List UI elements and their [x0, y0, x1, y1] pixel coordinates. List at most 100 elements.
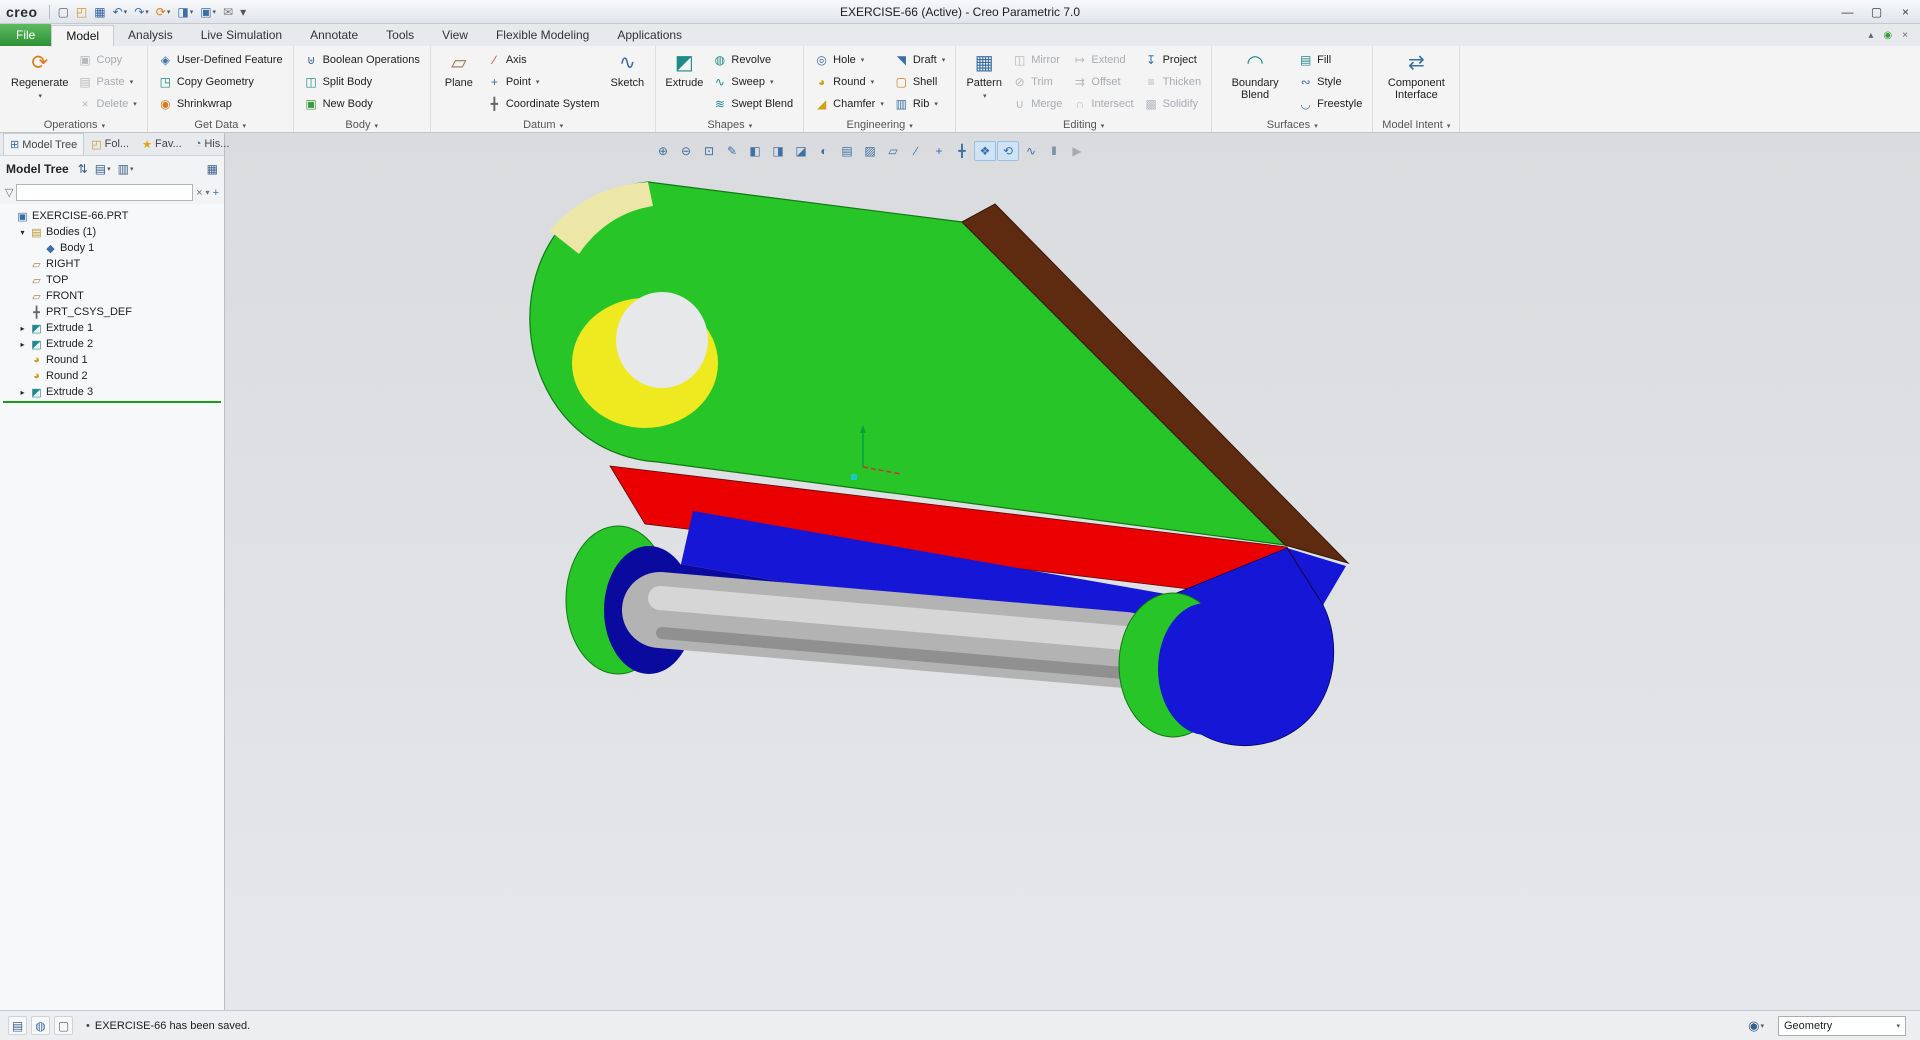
zoom-in-button[interactable]: ⊕ [652, 141, 674, 161]
clear-filter-icon[interactable]: × [196, 187, 202, 199]
datum-point-display-button[interactable]: + [928, 141, 950, 161]
ribbon-button-shrinkwrap[interactable]: ◉ Shrinkwrap [155, 93, 286, 114]
group-label-surfaces[interactable]: Surfaces ▾ [1212, 119, 1372, 131]
qat-save-button[interactable]: ▦ [91, 2, 108, 21]
tree-columns-button[interactable]: ▦ [207, 162, 218, 176]
ribbon-button-style[interactable]: ∾ Style [1295, 71, 1365, 92]
tab-file[interactable]: File [0, 24, 52, 46]
ribbon-button-new-body[interactable]: ▣ New Body [301, 93, 423, 114]
tree-node-body-1[interactable]: ◆ Body 1 [0, 240, 224, 256]
tree-node-right[interactable]: ▱ RIGHT [0, 256, 224, 272]
hole-opening[interactable] [616, 292, 708, 388]
qat-new-file-button[interactable]: ▢ [55, 2, 72, 21]
insert-here-marker[interactable] [3, 401, 221, 403]
ribbon-button-component-interface[interactable]: ⇄ Component Interface [1378, 49, 1454, 101]
qat-display-button[interactable]: ◨ ▾ [174, 2, 196, 21]
ribbon-button-extrude[interactable]: ◩ Extrude [661, 49, 707, 89]
datum-plane-display-button[interactable]: ▱ [882, 141, 904, 161]
tree-node-extrude-3[interactable]: ▸ ◩ Extrude 3 [0, 384, 224, 400]
group-label-engineering[interactable]: Engineering ▾ [804, 119, 955, 131]
ribbon-button-sketch[interactable]: ∿ Sketch [604, 49, 650, 89]
ribbon-button-shell[interactable]: ▢ Shell [891, 71, 948, 92]
ribbon-button-freestyle[interactable]: ◡ Freestyle [1295, 93, 1365, 114]
tree-node-extrude-2[interactable]: ▸ ◩ Extrude 2 [0, 336, 224, 352]
navigator-tab-fol[interactable]: ◰ Fol... [85, 133, 135, 155]
selection-filter-combobox[interactable]: Geometry ▾ [1778, 1015, 1906, 1036]
tab-analysis[interactable]: Analysis [114, 24, 187, 46]
tree-options-button[interactable]: ▥ ▾ [118, 162, 134, 176]
ribbon-button-copy-geometry[interactable]: ◳ Copy Geometry [155, 71, 286, 92]
tree-view-button[interactable]: ▤ ▾ [95, 162, 111, 176]
ribbon-button-round[interactable]: ◕ Round ▾ [811, 71, 887, 92]
minimize-window-button[interactable]: — [1833, 0, 1862, 23]
refit-button[interactable]: ⊡ [698, 141, 720, 161]
qat-regenerate-button[interactable]: ⟳ ▾ [153, 2, 174, 21]
ribbon-button-user-defined-feature[interactable]: ◈ User-Defined Feature [155, 49, 286, 70]
ribbon-button-boundary-blend[interactable]: ◠ Boundary Blend [1217, 49, 1293, 101]
ribbon-button-point[interactable]: + Point ▾ [484, 71, 603, 92]
ribbon-button-coordinate-system[interactable]: ╋ Coordinate System [484, 93, 603, 114]
ribbon-button-rib[interactable]: ▥ Rib ▾ [891, 93, 948, 114]
presence-ribbon-button[interactable]: ◉ [1883, 30, 1892, 41]
expand-filter-icon[interactable]: + [213, 187, 219, 199]
tree-node-round-1[interactable]: ◕ Round 1 [0, 352, 224, 368]
filter-dropdown-icon[interactable]: ▾ [206, 188, 210, 197]
tab-annotate[interactable]: Annotate [296, 24, 372, 46]
base-right-bore-face[interactable] [1158, 603, 1254, 735]
tab-model[interactable]: Model [51, 25, 115, 47]
tree-settings-button[interactable]: ⇅ [78, 162, 88, 176]
dragger-button[interactable]: ⟲ [997, 141, 1019, 161]
tab-tools[interactable]: Tools [372, 24, 428, 46]
model-3d-view[interactable] [225, 133, 1920, 1010]
ribbon-button-axis[interactable]: ∕ Axis [484, 49, 603, 70]
annotations-button[interactable]: ▤ [836, 141, 858, 161]
tree-node-prt-csys-def[interactable]: ╋ PRT_CSYS_DEF [0, 304, 224, 320]
web-button[interactable]: ◍ [31, 1016, 50, 1035]
ribbon-button-regenerate[interactable]: ⟳ Regenerate ▾ [7, 49, 73, 103]
group-label-get-data[interactable]: Get Data ▾ [148, 119, 293, 131]
repaint-button[interactable]: ✎ [721, 141, 743, 161]
tree-filter-input[interactable] [16, 184, 194, 201]
navigator-tab-model-tree[interactable]: ⊞ Model Tree [3, 133, 85, 155]
zoom-out-button[interactable]: ⊖ [675, 141, 697, 161]
group-label-operations[interactable]: Operations ▾ [2, 119, 147, 131]
qat-mail-button[interactable]: ✉ [220, 2, 236, 21]
pause-button[interactable]: ‖ [1043, 141, 1065, 161]
close-window-button[interactable]: × [1891, 0, 1920, 23]
expand-icon[interactable]: ▸ [18, 324, 27, 333]
ribbon-button-draft[interactable]: ◥ Draft ▾ [891, 49, 948, 70]
shading-button[interactable]: ◨ [767, 141, 789, 161]
scene-button[interactable]: ▨ [859, 141, 881, 161]
display-style-button[interactable]: ◧ [744, 141, 766, 161]
tree-node-front[interactable]: ▱ FRONT [0, 288, 224, 304]
navigator-tab-his[interactable]: ◔ His... [189, 133, 236, 155]
closex-ribbon-button[interactable]: × [1902, 30, 1908, 41]
page-button[interactable]: ▢ [54, 1016, 73, 1035]
ribbon-button-hole[interactable]: ◎ Hole ▾ [811, 49, 887, 70]
ribbon-button-fill[interactable]: ▤ Fill [1295, 49, 1365, 70]
ribbon-button-pattern[interactable]: ▦ Pattern ▾ [961, 49, 1007, 103]
appearance-button[interactable]: ◐ [813, 141, 835, 161]
qat-open-button[interactable]: ◰ [73, 2, 90, 21]
spin-center-button[interactable]: ❖ [974, 141, 996, 161]
tab-view[interactable]: View [428, 24, 482, 46]
qat-redo-button[interactable]: ↷ ▾ [131, 2, 152, 21]
collapse-icon[interactable]: ▾ [18, 228, 27, 237]
ribbon-button-sweep[interactable]: ∿ Sweep ▾ [709, 71, 796, 92]
tree-node-top[interactable]: ▱ TOP [0, 272, 224, 288]
tree-node-exercise-66-prt[interactable]: ▣ EXERCISE-66.PRT [0, 208, 224, 224]
ribbon-button-chamfer[interactable]: ◢ Chamfer ▾ [811, 93, 887, 114]
group-label-shapes[interactable]: Shapes ▾ [656, 119, 803, 131]
funnel-icon[interactable]: ▽ [5, 186, 13, 199]
ribbon-button-revolve[interactable]: ◍ Revolve [709, 49, 796, 70]
ribbon-button-split-body[interactable]: ◫ Split Body [301, 71, 423, 92]
navigator-tab-fav[interactable]: ★ Fav... [136, 133, 188, 155]
tab-flexible-modeling[interactable]: Flexible Modeling [482, 24, 603, 46]
expand-icon[interactable]: ▸ [18, 388, 27, 397]
tree-toggle-button[interactable]: ▤ [8, 1016, 27, 1035]
datum-csys-display-button[interactable]: ╋ [951, 141, 973, 161]
group-label-model-intent[interactable]: Model Intent ▾ [1373, 119, 1459, 131]
graphics-area[interactable]: ⊕ ⊖ ⊡ ✎ ◧ ◨ ◪ ◐ ▤ ▨ ▱ ∕ + ╋ ❖ ⟲ ∿ ‖ ▶ [225, 133, 1920, 1010]
sketcher-display-button[interactable]: ∿ [1020, 141, 1042, 161]
ribbon-button-plane[interactable]: ▱ Plane [436, 49, 482, 89]
